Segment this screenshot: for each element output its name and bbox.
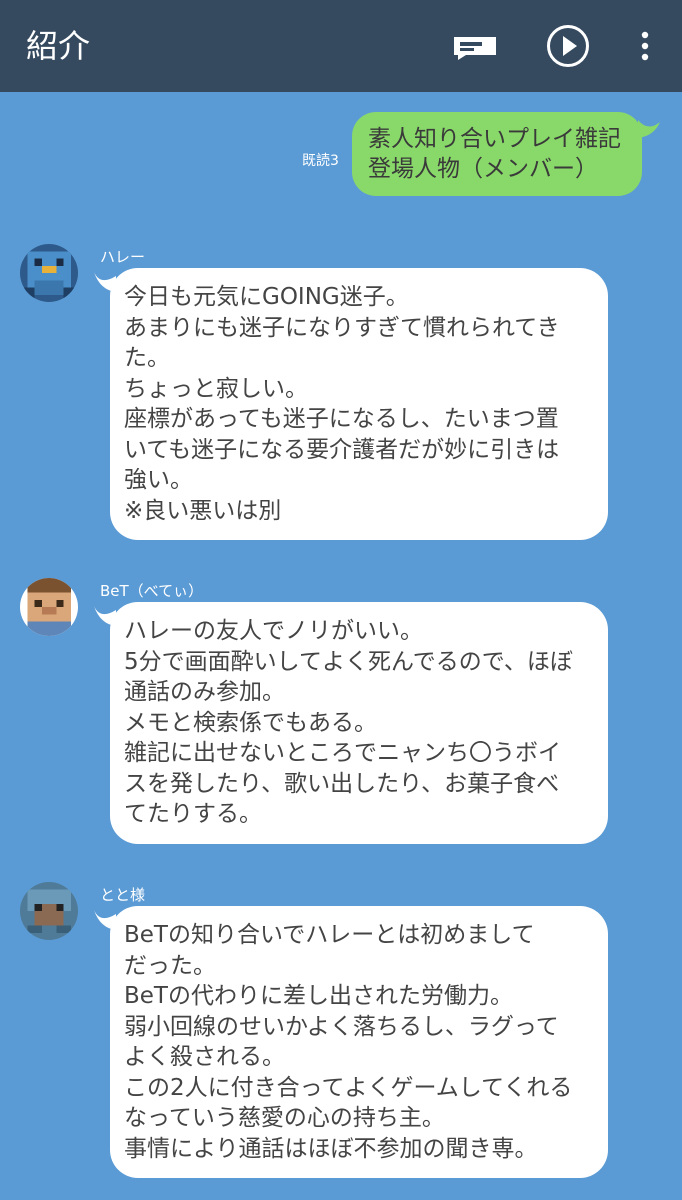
sent-line: 登場人物（メンバー） [368, 156, 598, 182]
message-line: だった。 [124, 952, 216, 979]
message-item: BeT（べてぃ） ハレーの友人でノリがいい。 5分で画面酔いしてよく死んでるので… [0, 578, 682, 848]
message-line: いても迷子になる要介護者だが妙に引きは [124, 436, 560, 463]
sent-bubble[interactable]: 素人知り合いプレイ雑記 登場人物（メンバー） [352, 112, 642, 196]
avatar[interactable] [20, 244, 78, 302]
chat-title: 紹介 [26, 27, 91, 65]
message-line: 座標があっても迷子になるし、たいまつ置 [124, 406, 559, 432]
message-line: 事情により通話はほぼ不参加の聞き専。 [124, 1135, 538, 1162]
sent-line: 素人知り合いプレイ雑記 [368, 126, 621, 152]
message-bubble[interactable]: BeTの知り合いでハレーとは初めまして だった。 BeTの代わりに差し出された労… [110, 906, 608, 1178]
message-line: 強い。 [124, 467, 193, 493]
message-line: メモと検索係でもある。 [124, 709, 377, 736]
app-header: 紹介 [0, 0, 682, 92]
avatar[interactable] [20, 882, 78, 940]
message-line: 弱小回線のせいかよく落ちるし、ラグって [124, 1013, 559, 1040]
keyboard-icon[interactable] [451, 22, 499, 70]
more-icon[interactable] [621, 22, 669, 70]
message-line: なっていう慈愛の心の持ち主。 [124, 1105, 445, 1131]
sent-message[interactable]: 素人知り合いプレイ雑記 登場人物（メンバー） [352, 112, 660, 196]
message-line: BeTの知り合いでハレーとは初めまして [124, 922, 535, 948]
message-line: よく殺される。 [124, 1044, 285, 1070]
message-line: あまりにも迷子になりすぎて慣れられてき [124, 314, 560, 341]
message-line: てたりする。 [124, 801, 262, 827]
sent-tail [638, 120, 660, 138]
chat-area[interactable]: 既読3 素人知り合いプレイ雑記 登場人物（メンバー） ハレー 今日も元気にGOI… [0, 92, 682, 1200]
message-line: 今日も元気にGOING迷子。 [124, 284, 409, 310]
message-line: た。 [124, 345, 170, 371]
message-line: ※良い悪いは別 [124, 497, 282, 524]
sender-name: BeT（べてぃ） [100, 582, 204, 600]
message-line: ちょっと寂しい。 [124, 375, 308, 402]
message-item: とと様 BeTの知り合いでハレーとは初めまして だった。 BeTの代わりに差し出… [0, 882, 682, 1182]
message-line: 通話のみ参加。 [124, 679, 285, 705]
read-status: 既読3 [302, 153, 339, 169]
message-line: 5分で画面酔いしてよく死んでるので、ほぼ [124, 648, 573, 675]
message-bubble[interactable]: ハレーの友人でノリがいい。 5分で画面酔いしてよく死んでるので、ほぼ 通話のみ参… [110, 602, 608, 844]
message-line: 雑記に出せないところでニャンち〇うボイ [124, 740, 561, 766]
message-line: BeTの代わりに差し出された労働力。 [124, 983, 513, 1009]
sender-name: とと様 [100, 886, 146, 904]
avatar[interactable] [20, 578, 78, 636]
message-line: スを発したり、歌い出したり、お菓子食べ [124, 770, 560, 797]
sender-name: ハレー [100, 248, 146, 266]
play-icon[interactable] [544, 22, 592, 70]
message-line: この2人に付き合ってよくゲームしてくれる [124, 1074, 573, 1101]
message-item: ハレー 今日も元気にGOING迷子。 あまりにも迷子になりすぎて慣れられてき た… [0, 244, 682, 544]
message-line: ハレーの友人でノリがいい。 [124, 618, 423, 644]
message-bubble[interactable]: 今日も元気にGOING迷子。 あまりにも迷子になりすぎて慣れられてき た。 ちょ… [110, 268, 608, 540]
